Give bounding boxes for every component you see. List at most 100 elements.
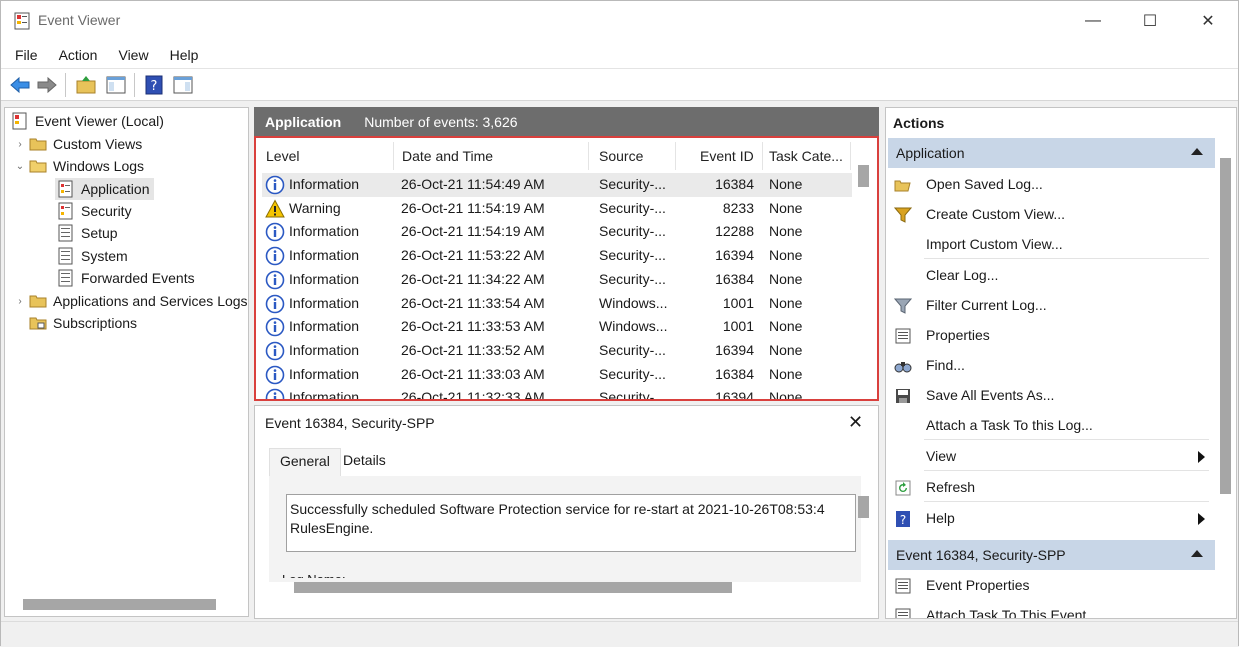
column-header-level[interactable]: Level [256, 142, 394, 170]
forward-arrow-icon[interactable] [36, 74, 58, 96]
action-item[interactable]: Attach a Task To this Log... [888, 411, 1215, 441]
action-label: Event Properties [926, 577, 1030, 593]
menu-view[interactable]: View [111, 47, 155, 63]
cell-task: None [769, 365, 803, 382]
table-row[interactable]: Information 26-Oct-21 11:33:52 AM Security… [262, 339, 852, 363]
action-item[interactable]: Attach Task To This Event... [888, 601, 1215, 618]
tree-label: Application [81, 181, 150, 197]
tree-item-forwarded-events[interactable]: Forwarded Events [55, 267, 195, 289]
table-row[interactable]: Information 26-Oct-21 11:33:53 AM Windows.… [262, 315, 852, 339]
tree-horizontal-scrollbar[interactable] [23, 599, 216, 610]
show-hide-action-pane-icon[interactable] [172, 74, 194, 96]
actions-section-event[interactable]: Event 16384, Security-SPP [888, 540, 1215, 570]
tree-item-system[interactable]: System [55, 245, 128, 267]
actions-vertical-scrollbar[interactable] [1220, 158, 1231, 494]
cell-eventid: 16394 [715, 341, 754, 358]
detail-horizontal-scrollbar[interactable] [294, 582, 732, 593]
table-row[interactable]: Information 26-Oct-21 11:54:19 AM Security… [262, 220, 852, 244]
filter-icon [893, 297, 913, 315]
log-icon [58, 247, 73, 265]
tree-label: Applications and Services Logs [53, 293, 248, 309]
close-icon: ✕ [1201, 13, 1215, 30]
tree-item-windows-logs[interactable]: ⌄ Windows Logs [13, 155, 144, 177]
action-item[interactable]: Save All Events As... [888, 381, 1215, 411]
column-header-task-category[interactable]: Task Cate... [759, 142, 851, 170]
column-header-event-id[interactable]: Event ID [676, 142, 763, 170]
menu-action[interactable]: Action [52, 47, 105, 63]
close-button[interactable]: ✕ [1179, 1, 1237, 41]
action-item[interactable]: Event Properties [888, 571, 1215, 601]
table-row[interactable]: Information 26-Oct-21 11:32:33 AM Security… [262, 386, 852, 401]
back-arrow-icon[interactable] [9, 74, 31, 96]
table-row[interactable]: Information 26-Oct-21 11:54:49 AM Security… [262, 173, 852, 197]
show-hide-tree-icon[interactable] [105, 74, 127, 96]
tree-item-setup[interactable]: Setup [55, 222, 118, 244]
tree-item-root[interactable]: Event Viewer (Local) [9, 110, 164, 132]
action-item[interactable]: Find... [888, 351, 1215, 381]
minimize-button[interactable]: — [1064, 1, 1122, 41]
chevron-right-icon[interactable]: › [13, 296, 27, 307]
properties-icon [894, 327, 912, 345]
menu-file[interactable]: File [8, 47, 45, 63]
cell-source: Security-... [599, 270, 666, 287]
action-item[interactable]: Open Saved Log... [888, 170, 1215, 200]
tree-item-apps-services[interactable]: › Applications and Services Logs [13, 290, 248, 312]
actions-section-application[interactable]: Application [888, 138, 1215, 168]
folder-up-icon[interactable] [75, 74, 97, 96]
cell-level: Information [289, 247, 360, 264]
column-label: Event ID [700, 148, 754, 164]
action-label: Open Saved Log... [926, 176, 1043, 192]
chevron-down-icon[interactable]: ⌄ [13, 161, 27, 172]
table-row[interactable]: Information 26-Oct-21 11:33:54 AM Windows.… [262, 292, 852, 316]
tab-details[interactable]: Details [333, 448, 396, 476]
cell-task: None [769, 318, 803, 335]
chevron-right-icon[interactable]: › [13, 139, 27, 150]
log-icon [58, 180, 73, 198]
cell-level: Warning [289, 199, 341, 216]
submenu-arrow-icon [1198, 513, 1205, 525]
action-label: Refresh [926, 479, 976, 495]
action-item[interactable]: Properties [888, 321, 1215, 351]
action-item[interactable]: Create Custom View... [888, 200, 1215, 230]
column-label: Task Cate... [769, 148, 843, 164]
action-label: Import Custom View... [926, 236, 1063, 252]
action-item[interactable]: Clear Log... [888, 261, 1215, 291]
tree-label: Windows Logs [53, 158, 145, 174]
action-item[interactable]: Refresh [888, 473, 1215, 503]
message-vertical-scrollbar[interactable] [858, 496, 869, 518]
cell-datetime: 26-Oct-21 11:32:33 AM [401, 389, 545, 401]
action-item[interactable]: Filter Current Log... [888, 291, 1215, 321]
table-row[interactable]: Information 26-Oct-21 11:33:03 AM Security… [262, 363, 852, 387]
help-icon[interactable]: ? [143, 74, 165, 96]
column-header-datetime[interactable]: Date and Time [392, 142, 589, 170]
maximize-button[interactable]: ☐ [1121, 1, 1179, 41]
menu-help[interactable]: Help [163, 47, 206, 63]
table-row[interactable]: Information 26-Oct-21 11:34:22 AM Security… [262, 268, 852, 292]
tree-item-subscriptions[interactable]: Subscriptions [27, 312, 137, 334]
cell-datetime: 26-Oct-21 11:33:03 AM [401, 365, 545, 382]
action-item[interactable]: ? Help [888, 504, 1215, 534]
cell-datetime: 26-Oct-21 11:33:52 AM [401, 341, 545, 358]
action-item[interactable]: Import Custom View... [888, 230, 1215, 260]
tree-item-custom-views[interactable]: › Custom Views [13, 133, 142, 155]
folder-open-icon [29, 160, 47, 173]
warning-icon [265, 199, 285, 219]
tab-general[interactable]: General [269, 448, 341, 476]
action-item[interactable]: View [888, 442, 1215, 472]
cell-task: None [769, 389, 803, 401]
tree-item-application[interactable]: Application [55, 178, 154, 200]
collapse-up-icon[interactable] [1191, 148, 1203, 155]
table-row[interactable]: Warning 26-Oct-21 11:54:19 AM Security-...… [262, 197, 852, 221]
collapse-up-icon[interactable] [1191, 550, 1203, 557]
action-label: Find... [926, 357, 965, 373]
tree-label: Security [81, 203, 132, 219]
tree-item-security[interactable]: Security [55, 200, 132, 222]
column-header-source[interactable]: Source [589, 142, 676, 170]
event-detail-pane: Event 16384, Security-SPP ✕ General Deta… [254, 405, 879, 619]
cell-datetime: 26-Oct-21 11:54:19 AM [401, 199, 545, 216]
table-row[interactable]: Information 26-Oct-21 11:53:22 AM Security… [262, 244, 852, 268]
cell-source: Security-... [599, 223, 666, 240]
event-list-vertical-scrollbar[interactable] [858, 165, 869, 187]
event-message[interactable]: Successfully scheduled Software Protecti… [286, 494, 856, 552]
close-detail-icon[interactable]: ✕ [848, 412, 863, 433]
